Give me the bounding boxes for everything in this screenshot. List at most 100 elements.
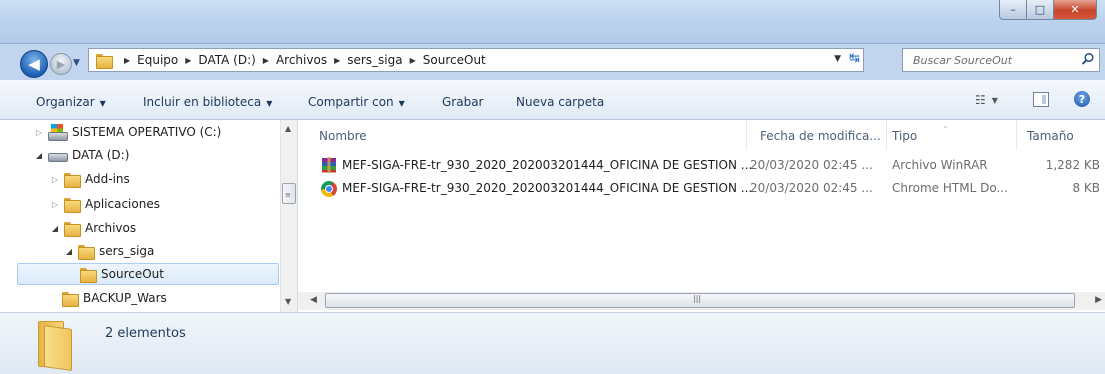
tree-item-label: DATA (D:) [72,148,130,162]
breadcrumb-separator-icon[interactable]: ▶ [124,56,130,65]
file-list-horizontal-scrollbar[interactable]: ◀ ||| ▶ [298,292,1105,310]
folder-icon [64,197,81,213]
share-with-label: Compartir con [308,95,394,109]
file-row-chrome-html[interactable]: MEF-SIGA-FRE-tr_930_2020_202003201444_OF… [318,177,1104,199]
preview-pane-button[interactable] [1033,92,1049,107]
column-header-date[interactable]: Fecha de modifica... [760,129,881,143]
expand-arrow-icon[interactable]: ▷ [50,200,60,209]
column-divider[interactable] [886,120,887,150]
include-in-library-button[interactable]: Incluir en biblioteca ▼ [143,95,272,109]
column-header-size[interactable]: Tamaño [1027,129,1074,143]
scroll-right-icon[interactable]: ▶ [1095,295,1102,305]
tree-item-sourceout[interactable]: SourceOut [17,263,279,285]
file-list: Nombre Fecha de modifica... ⌄ Tipo Tamañ… [298,120,1105,292]
breadcrumb: ▶ Equipo ▶ DATA (D:) ▶ Archivos ▶ sers_s… [117,53,486,67]
search-box [902,48,1100,72]
close-button[interactable]: ✕ [1054,0,1097,20]
help-icon[interactable]: ? [1074,91,1090,107]
column-divider[interactable] [1016,120,1017,150]
column-header-name[interactable]: Nombre [319,129,367,143]
file-size: 8 KB [1072,181,1100,195]
tree-item-add-ins[interactable]: ▷ Add-ins [50,168,130,190]
folder-large-icon [38,321,72,371]
tree-item-label: SourceOut [101,267,164,281]
breadcrumb-sourceout[interactable]: SourceOut [423,53,486,67]
scrollbar-grip-icon: ||| [693,294,702,303]
include-in-library-label: Incluir en biblioteca [143,95,262,109]
address-dropdown-icon[interactable]: ▼ [834,54,841,64]
burn-button[interactable]: Grabar [442,95,484,109]
back-button[interactable]: ◀ [20,50,48,78]
file-size: 1,282 KB [1045,158,1100,172]
burn-label: Grabar [442,95,484,109]
scroll-left-icon[interactable]: ◀ [310,295,317,305]
winrar-icon [322,157,336,173]
search-icon[interactable] [1081,52,1095,66]
breadcrumb-separator-icon[interactable]: ▶ [334,56,340,65]
scroll-up-icon[interactable]: ▲ [285,124,291,133]
folder-icon [80,267,97,283]
expand-arrow-icon[interactable]: ▷ [34,128,44,137]
folder-icon [64,221,81,237]
tree-item-label: sers_siga [99,244,155,258]
minimize-button[interactable]: – [999,0,1027,20]
tree-item-sistema-operativo[interactable]: ▷ SISTEMA OPERATIVO (C:) [34,121,221,143]
maximize-button[interactable]: □ [1027,0,1054,20]
chevron-down-icon: ▼ [991,95,998,105]
folder-icon [78,244,95,260]
expand-arrow-icon[interactable]: ▷ [50,175,60,184]
file-type: Chrome HTML Do... [892,181,1008,195]
scrollbar-grip-icon: ≡ [285,191,291,199]
navigation-bar: ◀ ▶ ▼ ▶ Equipo ▶ DATA (D:) ▶ Archivos ▶ … [0,44,1105,80]
breadcrumb-sers-siga[interactable]: sers_siga [347,53,402,67]
file-name: MEF-SIGA-FRE-tr_930_2020_202003201444_OF… [342,158,753,172]
tree-item-label: BACKUP_Wars [83,291,167,305]
breadcrumb-data-drive[interactable]: DATA (D:) [198,53,255,67]
tree-item-aplicaciones[interactable]: ▷ Aplicaciones [50,193,160,215]
breadcrumb-separator-icon[interactable]: ▶ [263,56,269,65]
title-bar: – □ ✕ [0,0,1105,44]
column-divider[interactable] [746,120,747,150]
refresh-icon[interactable]: ↹ [849,51,860,66]
navigation-pane-scrollbar[interactable]: ▲ ≡ ▼ [280,120,297,312]
organize-button[interactable]: Organizar ▼ [36,95,106,109]
address-folder-icon [96,53,113,69]
chevron-down-icon: ▼ [99,99,106,108]
breadcrumb-separator-icon[interactable]: ▶ [185,56,191,65]
details-pane: 2 elementos [0,312,1105,374]
search-input[interactable] [903,50,1075,70]
tree-item-label: Add-ins [85,172,130,186]
scroll-down-icon[interactable]: ▼ [285,297,291,306]
caption-buttons: – □ ✕ [999,0,1097,21]
drive-icon [48,149,68,162]
forward-button[interactable]: ▶ [50,53,72,75]
breadcrumb-archivos[interactable]: Archivos [276,53,327,67]
item-count: 2 elementos [105,326,186,341]
breadcrumb-equipo[interactable]: Equipo [137,53,178,67]
share-with-button[interactable]: Compartir con ▼ [308,95,405,109]
address-bar[interactable]: ▶ Equipo ▶ DATA (D:) ▶ Archivos ▶ sers_s… [88,48,864,72]
file-row-winrar[interactable]: MEF-SIGA-FRE-tr_930_2020_202003201444_OF… [318,154,1104,176]
column-header-type[interactable]: Tipo [892,129,917,143]
folder-icon [62,291,79,307]
breadcrumb-separator-icon[interactable]: ▶ [410,56,416,65]
tree-item-sers-siga[interactable]: ◢ sers_siga [64,240,154,262]
organize-label: Organizar [36,95,95,109]
collapse-arrow-icon[interactable]: ◢ [64,247,74,256]
change-view-button[interactable]: ☷ ▼ [975,93,998,107]
chevron-down-icon: ▼ [266,99,273,108]
tree-item-data-drive[interactable]: ◢ DATA (D:) [34,144,129,166]
tree-item-archivos[interactable]: ◢ Archivos [50,217,136,239]
new-folder-button[interactable]: Nueva carpeta [516,95,604,109]
collapse-arrow-icon[interactable]: ◢ [34,151,44,160]
views-icon: ☷ [975,93,986,107]
recent-pages-dropdown[interactable]: ▼ [73,58,80,68]
chrome-icon [321,181,337,197]
command-bar: Organizar ▼ Incluir en biblioteca ▼ Compar… [0,80,1105,120]
os-drive-icon [48,124,68,141]
navigation-pane: ▷ SISTEMA OPERATIVO (C:) ◢ DATA (D:) ▷ A… [0,120,298,312]
new-folder-label: Nueva carpeta [516,95,605,109]
tree-item-backup-wars[interactable]: BACKUP_Wars [62,287,167,309]
file-name: MEF-SIGA-FRE-tr_930_2020_202003201444_OF… [342,181,753,195]
collapse-arrow-icon[interactable]: ◢ [50,224,60,233]
